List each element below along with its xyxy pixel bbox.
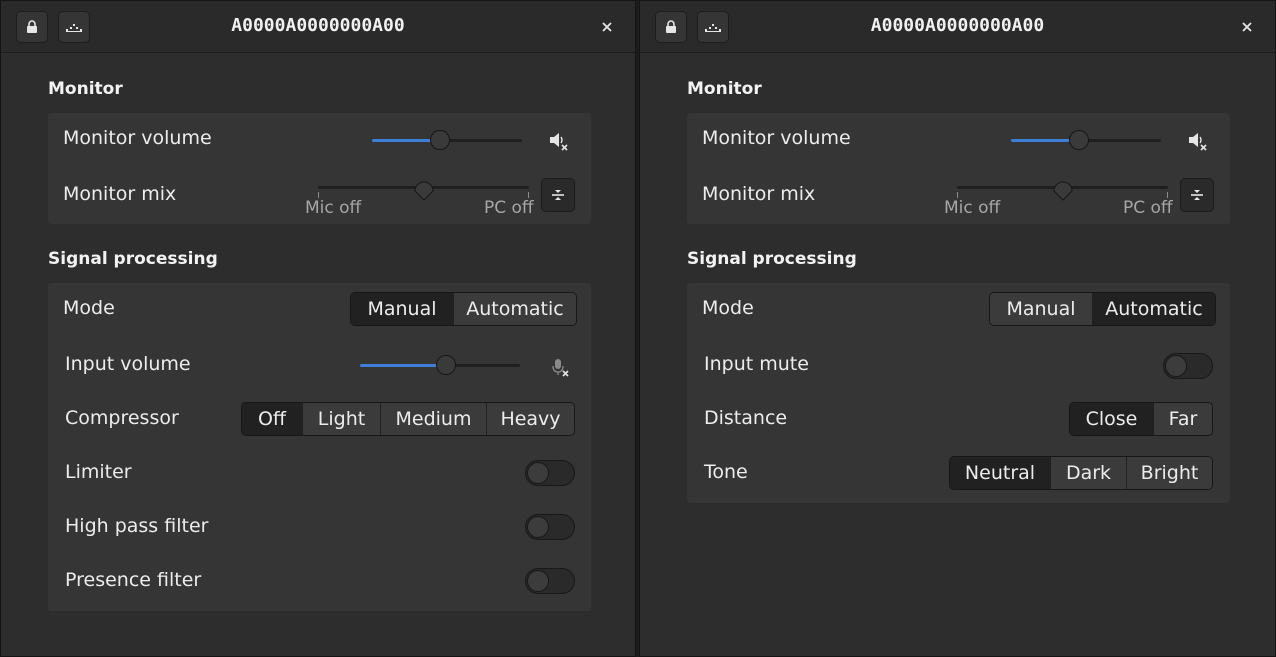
close-icon	[1242, 22, 1252, 32]
high-pass-filter-label: High pass filter	[65, 515, 209, 537]
mix-button[interactable]	[1180, 178, 1214, 212]
mode-option-manual[interactable]: Manual	[990, 293, 1092, 325]
compressor-option-light[interactable]: Light	[302, 403, 380, 435]
input-mute-toggle[interactable]	[1163, 353, 1213, 379]
slider-knob[interactable]	[429, 130, 450, 150]
signal-card: Mode Manual Automatic Input volume Compr…	[48, 283, 591, 611]
monitor-mix-label: Monitor mix	[702, 183, 816, 205]
distance-label: Distance	[704, 407, 788, 429]
mix-icon	[1191, 190, 1203, 200]
slider-knob[interactable]	[1068, 130, 1089, 150]
presence-filter-label: Presence filter	[65, 569, 202, 591]
speaker-muted-icon[interactable]	[547, 129, 569, 151]
mode-option-manual[interactable]: Manual	[351, 293, 453, 325]
close-button[interactable]	[597, 17, 617, 37]
high-pass-filter-toggle[interactable]	[525, 514, 575, 540]
compressor-option-medium[interactable]: Medium	[380, 403, 486, 435]
window-right: A0000A0000000A00 Monitor Monitor volume …	[639, 0, 1276, 657]
slider-fill	[360, 364, 447, 367]
limiter-toggle[interactable]	[525, 460, 575, 486]
compressor-option-off[interactable]: Off	[242, 403, 302, 435]
mix-left-label: Mic off	[305, 198, 362, 218]
input-volume-label: Input volume	[65, 353, 191, 375]
window-title: A0000A0000000A00	[231, 15, 405, 36]
monitor-card: Monitor volume Monitor mix Mic off PC of…	[48, 113, 591, 224]
tone-label: Tone	[704, 461, 748, 483]
distance-option-close[interactable]: Close	[1070, 403, 1153, 435]
section-title-monitor: Monitor	[48, 79, 123, 99]
speaker-muted-icon[interactable]	[1186, 129, 1208, 151]
tone-option-dark[interactable]: Dark	[1050, 457, 1126, 489]
distance-segmented: Close Far	[1069, 402, 1213, 436]
mode-option-automatic[interactable]: Automatic	[1092, 293, 1215, 325]
input-mute-label: Input mute	[704, 353, 809, 375]
section-title-signal: Signal processing	[687, 249, 857, 269]
monitor-volume-label: Monitor volume	[63, 127, 212, 149]
mix-right-label: PC off	[1123, 198, 1173, 218]
slider-knob[interactable]	[1052, 177, 1074, 201]
mode-label: Mode	[63, 297, 115, 319]
titlebar: A0000A0000000A00	[1, 1, 635, 53]
limiter-label: Limiter	[65, 461, 132, 483]
signal-card: Mode Manual Automatic Input mute Distanc…	[687, 283, 1230, 503]
microphone-muted-icon[interactable]	[548, 356, 570, 378]
mix-icon	[552, 190, 564, 200]
compressor-option-heavy[interactable]: Heavy	[486, 403, 574, 435]
monitor-volume-slider[interactable]	[372, 130, 522, 150]
compressor-label: Compressor	[65, 407, 179, 429]
mix-button[interactable]	[541, 178, 575, 212]
tone-option-bright[interactable]: Bright	[1126, 457, 1212, 489]
section-title-monitor: Monitor	[687, 79, 762, 99]
compressor-segmented: Off Light Medium Heavy	[241, 402, 575, 436]
mode-label: Mode	[702, 297, 754, 319]
monitor-card: Monitor volume Monitor mix Mic off PC of…	[687, 113, 1230, 224]
mode-option-automatic[interactable]: Automatic	[453, 293, 576, 325]
close-button[interactable]	[1237, 17, 1257, 37]
window-title: A0000A0000000A00	[870, 15, 1045, 36]
monitor-mix-label: Monitor mix	[63, 183, 177, 205]
window-left: A0000A0000000A00 Monitor Monitor volume …	[0, 0, 636, 657]
slider-knob[interactable]	[436, 355, 457, 375]
mix-left-label: Mic off	[944, 198, 1001, 218]
input-volume-slider[interactable]	[360, 355, 520, 375]
titlebar: A0000A0000000A00	[640, 1, 1275, 53]
tone-segmented: Neutral Dark Bright	[949, 456, 1213, 490]
monitor-volume-label: Monitor volume	[702, 127, 851, 149]
mix-right-label: PC off	[484, 198, 534, 218]
mode-segmented: Manual Automatic	[350, 292, 577, 326]
section-title-signal: Signal processing	[48, 249, 218, 269]
slider-knob[interactable]	[413, 177, 435, 201]
distance-option-far[interactable]: Far	[1153, 403, 1212, 435]
monitor-volume-slider[interactable]	[1011, 130, 1161, 150]
mode-segmented: Manual Automatic	[989, 292, 1216, 326]
presence-filter-toggle[interactable]	[525, 568, 575, 594]
tone-option-neutral[interactable]: Neutral	[950, 457, 1050, 489]
close-icon	[602, 22, 612, 32]
